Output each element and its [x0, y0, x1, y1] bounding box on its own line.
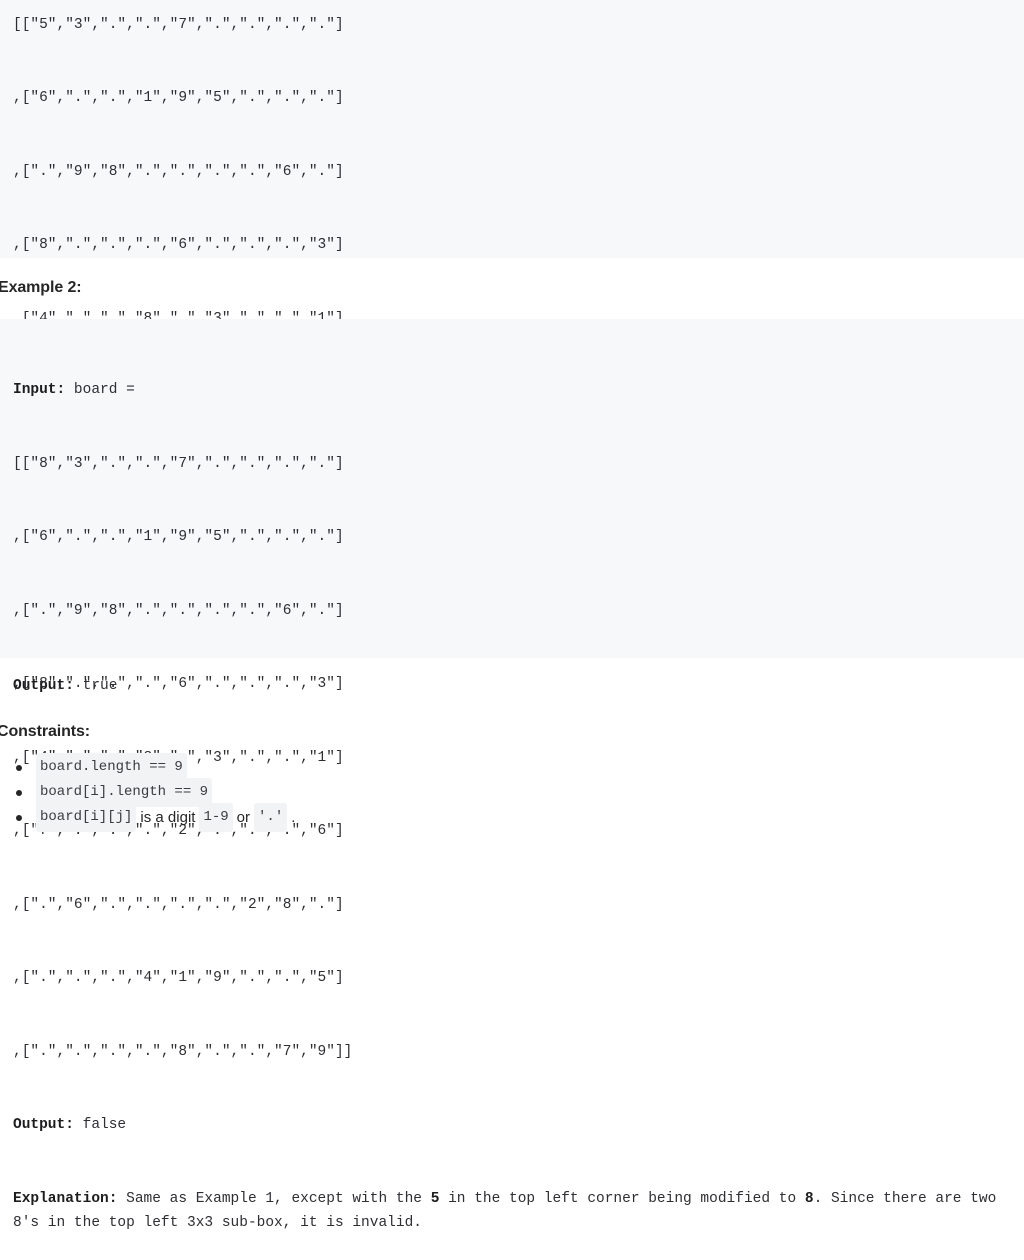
example2-board-row: ,["8",".",".",".","6",".",".",".","3"] — [13, 676, 344, 692]
constraint-text-or: or — [236, 809, 251, 826]
example2-board-row: ,[".",".",".",".","8",".",".","7","9"]] — [13, 1043, 353, 1060]
constraint-text-period: . — [291, 809, 296, 826]
explanation-highlight-5: 5 — [430, 1190, 440, 1207]
list-item: board.length == 9 — [16, 753, 299, 782]
example1-board-row: ,[".","9","8",".",".",".",".","6","."] — [13, 163, 344, 180]
example2-board-row: ,[".",".",".","4","1","9",".",".","5"] — [13, 970, 344, 986]
constraint-code: board[i][j] — [36, 803, 137, 832]
list-item: board[i].length == 9 — [16, 778, 299, 807]
explanation-highlight-8: 8 — [804, 1190, 814, 1207]
explanation-text-part-1: Same as Example 1, except with the — [117, 1190, 431, 1207]
constraint-code-range: 1-9 — [199, 803, 233, 832]
example2-output-label: Output: — [13, 1117, 74, 1133]
constraint-text: is a digit — [140, 809, 196, 826]
bullet-icon — [16, 789, 22, 796]
example2-board-row: ,[".","6",".",".",".",".","2","8","."] — [13, 896, 344, 913]
constraints-list: board.length == 9 board[i].length == 9 b… — [0, 753, 299, 832]
example2-input-prefix: board = — [65, 382, 135, 398]
bullet-icon — [16, 814, 22, 821]
example1-board-row: [["5","3",".",".","7",".",".",".","."] — [13, 16, 344, 33]
constraint-code-dot: '.' — [254, 803, 288, 832]
explanation-text-part-2: in the top left corner being modified to — [439, 1190, 805, 1207]
bullet-icon — [16, 764, 22, 771]
example2-explanation-line: Explanation: Same as Example 1, except w… — [13, 1187, 1024, 1236]
example2-board-row: ,["6",".",".","1","9","5",".",".","."] — [13, 529, 344, 545]
example2-code-block: Input: board = [["8","3",".",".","7","."… — [0, 319, 1024, 1231]
example2-input-label: Input: — [13, 382, 66, 398]
example2-output-value: false — [73, 1117, 127, 1133]
example2-board-row: [["8","3",".",".","7",".",".",".","."] — [13, 455, 344, 472]
heading-constraints: Constraints: — [0, 723, 91, 740]
example1-code-block: Input: board = [["5","3",".",".","7","."… — [0, 0, 1024, 694]
example2-explanation-label: Explanation: — [13, 1190, 118, 1207]
heading-example-2: Example 2: — [0, 279, 82, 296]
example2-board-row: ,[".","9","8",".",".",".",".","6","."] — [13, 602, 344, 619]
list-item: board[i][j] is a digit 1-9 or '.' . — [16, 803, 299, 832]
example1-board-row: ,["8",".",".",".","6",".",".",".","3"] — [13, 237, 344, 253]
example2-input-line: Input: board = — [13, 378, 1024, 403]
example1-board-row: ,["6",".",".","1","9","5",".",".","."] — [13, 90, 344, 106]
example2-output-line: Output: false — [13, 1113, 1024, 1138]
